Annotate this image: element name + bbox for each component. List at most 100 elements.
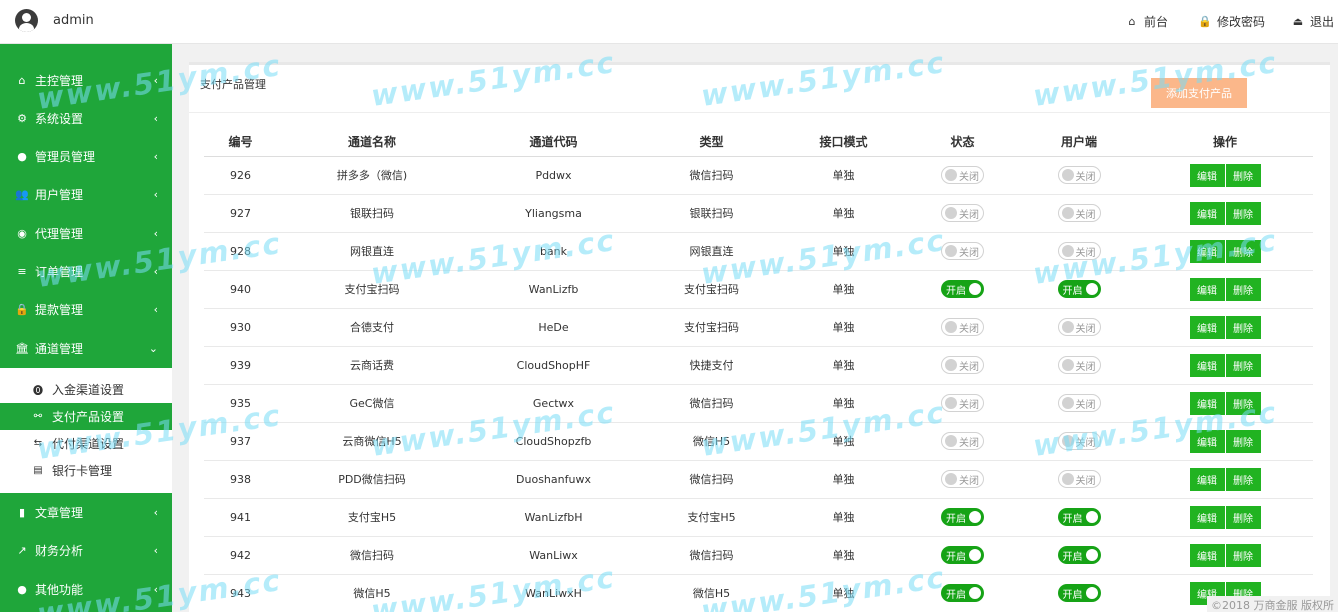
delete-button[interactable]: 删除 xyxy=(1225,391,1261,415)
client-toggle[interactable]: 开启 xyxy=(1057,280,1101,298)
status-toggle[interactable]: 开启 xyxy=(941,280,984,298)
delete-button[interactable]: 删除 xyxy=(1225,239,1261,263)
status-toggle[interactable]: 开启 xyxy=(941,546,984,564)
chevron-left-icon: ‹ xyxy=(153,303,158,316)
client-toggle[interactable]: 关闭 xyxy=(1057,432,1101,450)
cell-code: HeDe xyxy=(467,308,640,347)
table-row: 926 拼多多（微信) Pddwx 微信扫码 单独 关闭 关闭 编辑 删除 xyxy=(204,156,1313,195)
client-toggle[interactable]: 开启 xyxy=(1057,546,1101,564)
delete-button[interactable]: 删除 xyxy=(1225,353,1261,377)
cell-status: 开启 xyxy=(904,498,1021,537)
sidebar-item-label: 用户管理 xyxy=(35,187,84,202)
book-icon: ▮ xyxy=(18,505,26,519)
delete-button[interactable]: 删除 xyxy=(1225,429,1261,453)
sidebar-subitem-payout-channel[interactable]: ⇆ 代付渠道设置 xyxy=(0,430,172,457)
action-buttons: 编辑 删除 xyxy=(1189,277,1261,301)
sidebar-item-dashboard[interactable]: ⌂ 主控管理 ‹ xyxy=(0,61,172,99)
sidebar-item-withdrawal-management[interactable]: 🔒 提款管理 ‹ xyxy=(0,290,172,328)
sidebar-subitem-deposit-channel[interactable]: ⓿ 入金渠道设置 xyxy=(0,376,172,403)
logout-link[interactable]: ⏏ 退出 xyxy=(1292,13,1334,30)
client-toggle[interactable]: 关闭 xyxy=(1057,470,1101,488)
status-toggle[interactable]: 关闭 xyxy=(941,432,984,450)
sidebar-subitem-payment-product[interactable]: ⚯ 支付产品设置 xyxy=(0,403,172,430)
sidebar-item-channel-management[interactable]: 🏛 通道管理 ⌄ xyxy=(0,329,172,367)
avatar[interactable] xyxy=(15,9,38,32)
client-toggle[interactable]: 关闭 xyxy=(1057,318,1101,336)
sidebar-item-system-settings[interactable]: ⚙ 系统设置 ‹ xyxy=(0,99,172,137)
bank-icon: 🏛 xyxy=(15,341,29,355)
status-toggle[interactable]: 关闭 xyxy=(941,318,984,336)
status-toggle[interactable]: 关闭 xyxy=(941,242,984,260)
cell-client: 开启 xyxy=(1021,270,1137,309)
edit-button[interactable]: 编辑 xyxy=(1189,239,1225,263)
cell-status: 关闭 xyxy=(904,460,1021,499)
cell-name: PDD微信扫码 xyxy=(277,460,467,499)
edit-button[interactable]: 编辑 xyxy=(1189,201,1225,225)
delete-button[interactable]: 删除 xyxy=(1225,201,1261,225)
edit-button[interactable]: 编辑 xyxy=(1189,353,1225,377)
client-toggle[interactable]: 关闭 xyxy=(1057,394,1101,412)
delete-button[interactable]: 删除 xyxy=(1225,277,1261,301)
chevron-left-icon: ‹ xyxy=(153,188,158,201)
cell-type: 微信扫码 xyxy=(640,384,783,423)
client-toggle[interactable]: 关闭 xyxy=(1057,356,1101,374)
table-row: 938 PDD微信扫码 Duoshanfuwx 微信扫码 单独 关闭 关闭 编辑 删除 xyxy=(204,460,1313,499)
sidebar-item-order-management[interactable]: ≡ 订单管理 ‹ xyxy=(0,252,172,290)
edit-button[interactable]: 编辑 xyxy=(1189,315,1225,339)
edit-button[interactable]: 编辑 xyxy=(1189,391,1225,415)
edit-button[interactable]: 编辑 xyxy=(1189,277,1225,301)
status-toggle[interactable]: 关闭 xyxy=(941,356,984,374)
client-toggle[interactable]: 关闭 xyxy=(1057,204,1101,222)
cell-id: 942 xyxy=(204,536,277,575)
table-row: 937 云商微信H5 CloudShopzfb 微信H5 单独 关闭 关闭 编辑 删除 xyxy=(204,422,1313,461)
edit-button[interactable]: 编辑 xyxy=(1189,429,1225,453)
user-circle-icon: ● xyxy=(17,582,27,596)
status-toggle[interactable]: 开启 xyxy=(941,508,984,526)
cell-actions: 编辑 删除 xyxy=(1137,346,1313,385)
edit-button[interactable]: 编辑 xyxy=(1189,543,1225,567)
status-toggle[interactable]: 关闭 xyxy=(941,204,984,222)
sidebar-item-article-management[interactable]: ▮ 文章管理 ‹ xyxy=(0,493,172,531)
client-toggle[interactable]: 开启 xyxy=(1057,508,1101,526)
status-toggle[interactable]: 关闭 xyxy=(941,166,984,184)
cell-code: Duoshanfuwx xyxy=(467,460,640,499)
edit-button[interactable]: 编辑 xyxy=(1189,505,1225,529)
sidebar-item-admin-management[interactable]: ● 管理员管理 ‹ xyxy=(0,137,172,175)
payment-product-table: 编号 通道名称 通道代码 类型 接口模式 状态 用户端 操作 926 拼多多（微信… xyxy=(204,127,1313,612)
cell-status: 关闭 xyxy=(904,384,1021,423)
sidebar-subitem-label: 入金渠道设置 xyxy=(52,383,125,397)
delete-button[interactable]: 删除 xyxy=(1225,467,1261,491)
change-password-link[interactable]: 🔒 修改密码 xyxy=(1198,13,1265,30)
cell-id: 927 xyxy=(204,194,277,233)
action-buttons: 编辑 删除 xyxy=(1189,391,1261,415)
cell-id: 937 xyxy=(204,422,277,461)
cell-name: 合德支付 xyxy=(277,308,467,347)
delete-button[interactable]: 删除 xyxy=(1225,505,1261,529)
cell-mode: 单独 xyxy=(783,346,904,385)
sidebar-item-agent-management[interactable]: ◉ 代理管理 ‹ xyxy=(0,214,172,252)
sidebar-item-user-management[interactable]: 👥 用户管理 ‹ xyxy=(0,175,172,213)
cell-name: 银联扫码 xyxy=(277,194,467,233)
add-payment-product-button[interactable]: 添加支付产品 xyxy=(1151,78,1247,108)
sidebar-item-other-functions[interactable]: ● 其他功能 ‹ xyxy=(0,570,172,608)
cell-id: 935 xyxy=(204,384,277,423)
status-toggle[interactable]: 开启 xyxy=(941,584,984,602)
edit-button[interactable]: 编辑 xyxy=(1189,467,1225,491)
sidebar-item-financial-analysis[interactable]: ↗ 财务分析 ‹ xyxy=(0,531,172,569)
cell-client: 开启 xyxy=(1021,498,1137,537)
sidebar-subitem-bank-card[interactable]: ▤ 银行卡管理 xyxy=(0,457,172,484)
delete-button[interactable]: 删除 xyxy=(1225,543,1261,567)
status-toggle[interactable]: 关闭 xyxy=(941,470,984,488)
client-toggle[interactable]: 关闭 xyxy=(1057,166,1101,184)
client-toggle[interactable]: 开启 xyxy=(1057,584,1101,602)
action-buttons: 编辑 删除 xyxy=(1189,429,1261,453)
cell-name: GeC微信 xyxy=(277,384,467,423)
chevron-left-icon: ‹ xyxy=(153,544,158,557)
delete-button[interactable]: 删除 xyxy=(1225,163,1261,187)
frontend-link[interactable]: ⌂ 前台 xyxy=(1126,13,1169,30)
status-toggle[interactable]: 关闭 xyxy=(941,394,984,412)
col-header-status: 状态 xyxy=(904,127,1021,157)
delete-button[interactable]: 删除 xyxy=(1225,315,1261,339)
client-toggle[interactable]: 关闭 xyxy=(1057,242,1101,260)
edit-button[interactable]: 编辑 xyxy=(1189,163,1225,187)
